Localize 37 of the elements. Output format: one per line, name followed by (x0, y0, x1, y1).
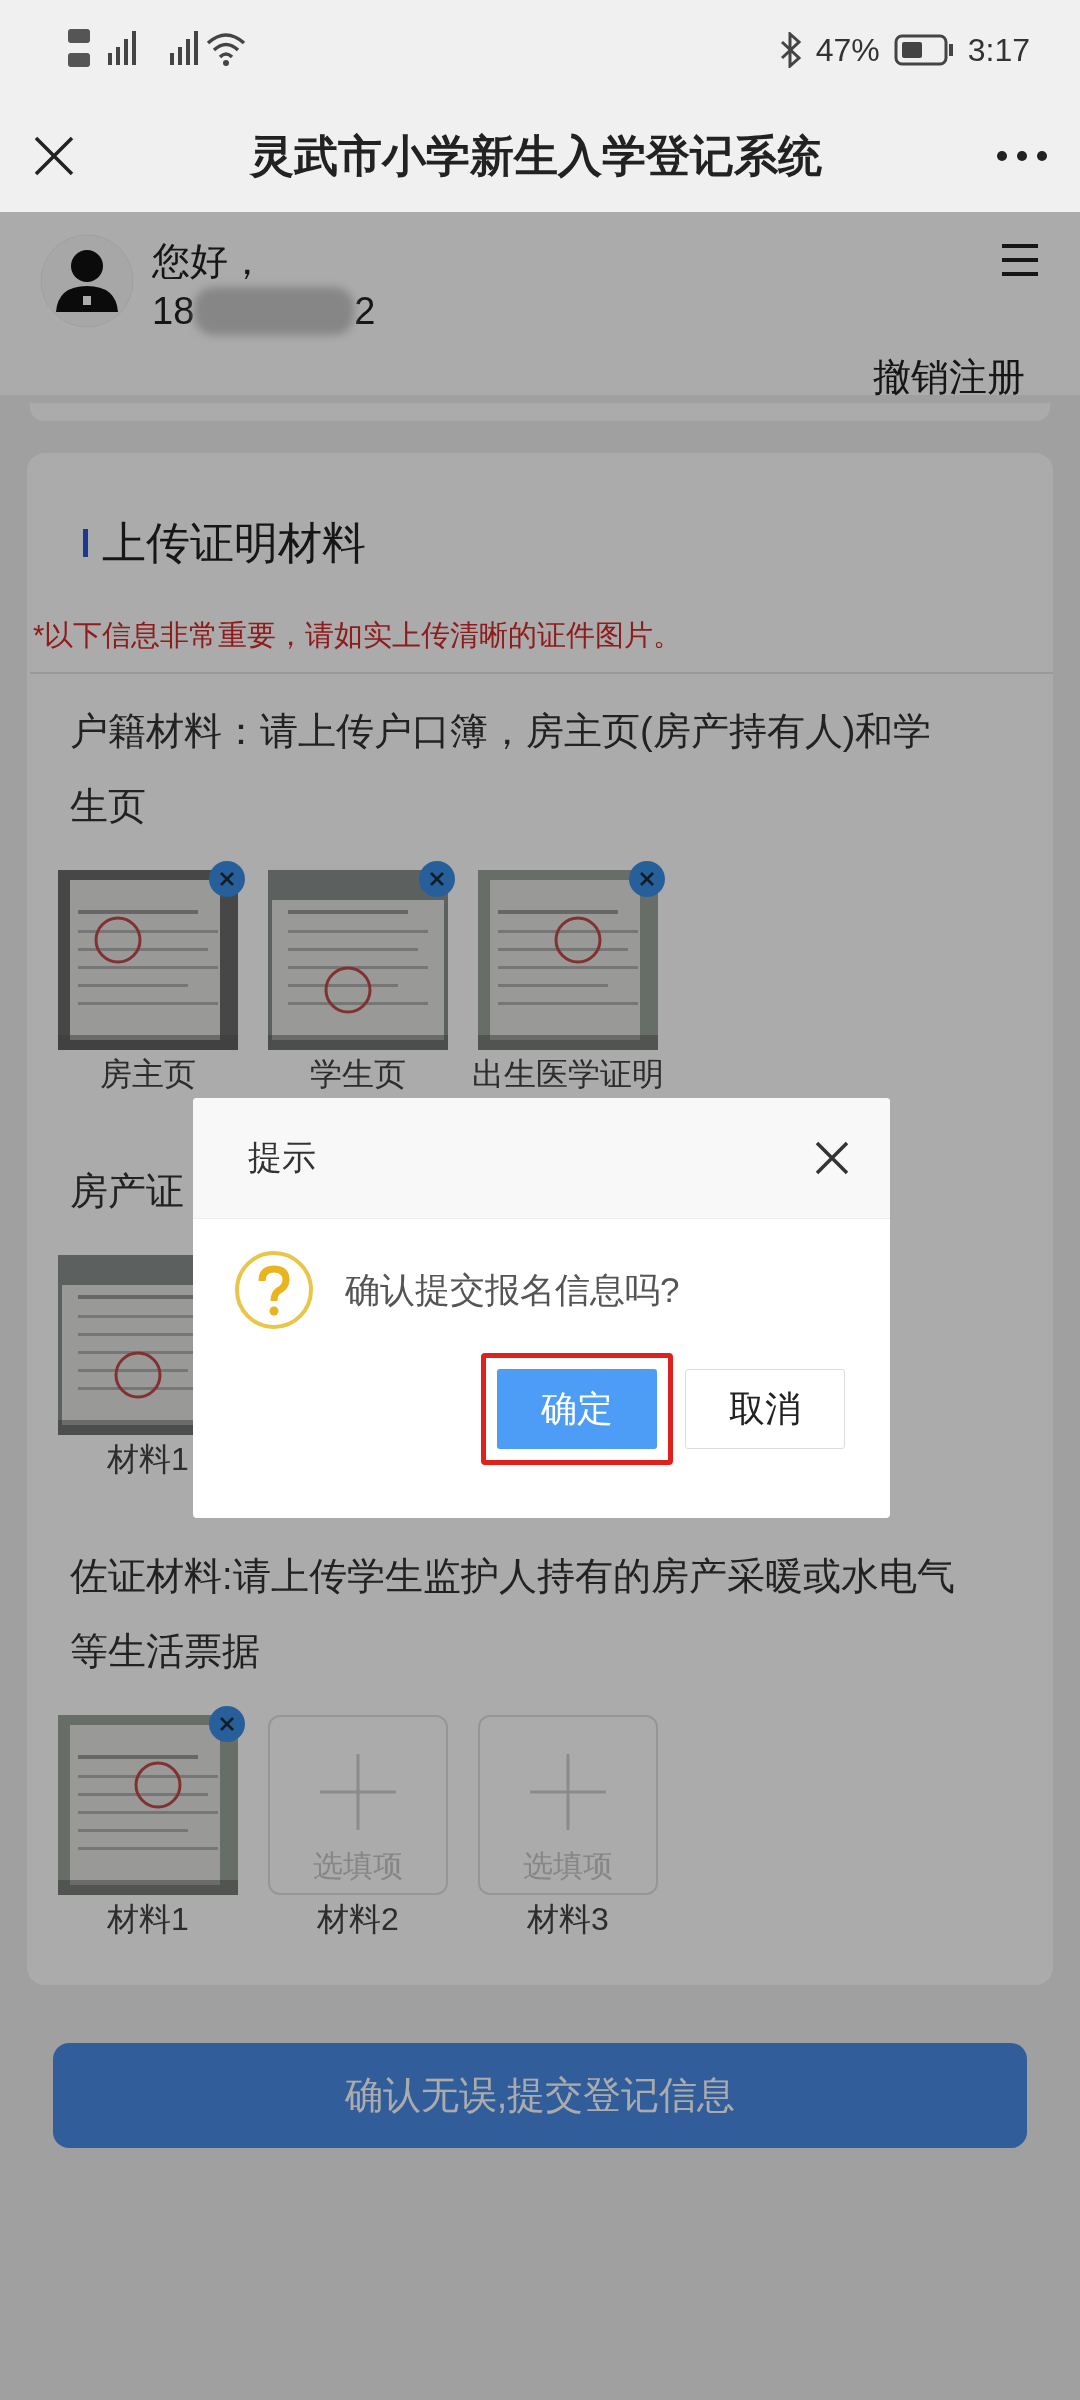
menu-icon[interactable] (1000, 242, 1040, 278)
slot-caption: 学生页 (310, 1055, 406, 1092)
dialog-message: 确认提交报名信息吗? (345, 1268, 680, 1311)
bluetooth-icon (779, 32, 802, 68)
slot-caption: 材料1 (107, 1440, 189, 1477)
battery-percent: 47% (815, 31, 880, 69)
remove-icon[interactable] (208, 1705, 246, 1743)
avatar-icon (40, 234, 134, 328)
plus-icon (528, 1752, 608, 1832)
cancel-button[interactable]: 取消 (685, 1369, 845, 1449)
remove-icon[interactable] (418, 860, 456, 898)
slot-caption: 材料2 (317, 1900, 399, 1937)
slot-caption: 材料3 (527, 1900, 609, 1937)
confirm-button[interactable]: 确定 (497, 1369, 657, 1449)
greeting: 您好， (152, 239, 267, 284)
phone-number: 2 (354, 289, 376, 334)
warning-notice: *以下信息非常重要，请如实上传清晰的证件图片。 (30, 593, 1053, 674)
section-label: 户籍材料：请上传户口簿，房主页(房产持有人)和学生页 (69, 709, 933, 829)
section-label: 房产证 (69, 1169, 184, 1214)
slot-caption: 房主页 (100, 1055, 196, 1092)
page-title: 灵武市小学新生入学登记系统 (248, 129, 823, 182)
section-label: 佐证材料:请上传学生监护人持有的房产采暖或水电气等生活票据 (69, 1554, 956, 1674)
card-title: 上传证明材料 (102, 516, 366, 569)
remove-icon[interactable] (628, 860, 666, 898)
plus-icon (318, 1752, 398, 1832)
phone-number: 18 (152, 289, 195, 334)
title-accent-bar (83, 529, 88, 557)
dialog-title: 提示 (248, 1137, 317, 1178)
slot-caption: 材料1 (107, 1900, 189, 1937)
question-icon (233, 1249, 315, 1331)
submit-button[interactable]: 确认无误,提交登记信息 (53, 2043, 1027, 2148)
remove-icon[interactable] (208, 860, 246, 898)
slot-caption: 出生医学证明 (472, 1055, 664, 1092)
close-icon[interactable] (814, 1140, 850, 1176)
cancel-registration-link[interactable]: 撤销注册 (873, 352, 1025, 403)
battery-icon (893, 34, 954, 66)
clock: 3:17 (967, 31, 1030, 69)
